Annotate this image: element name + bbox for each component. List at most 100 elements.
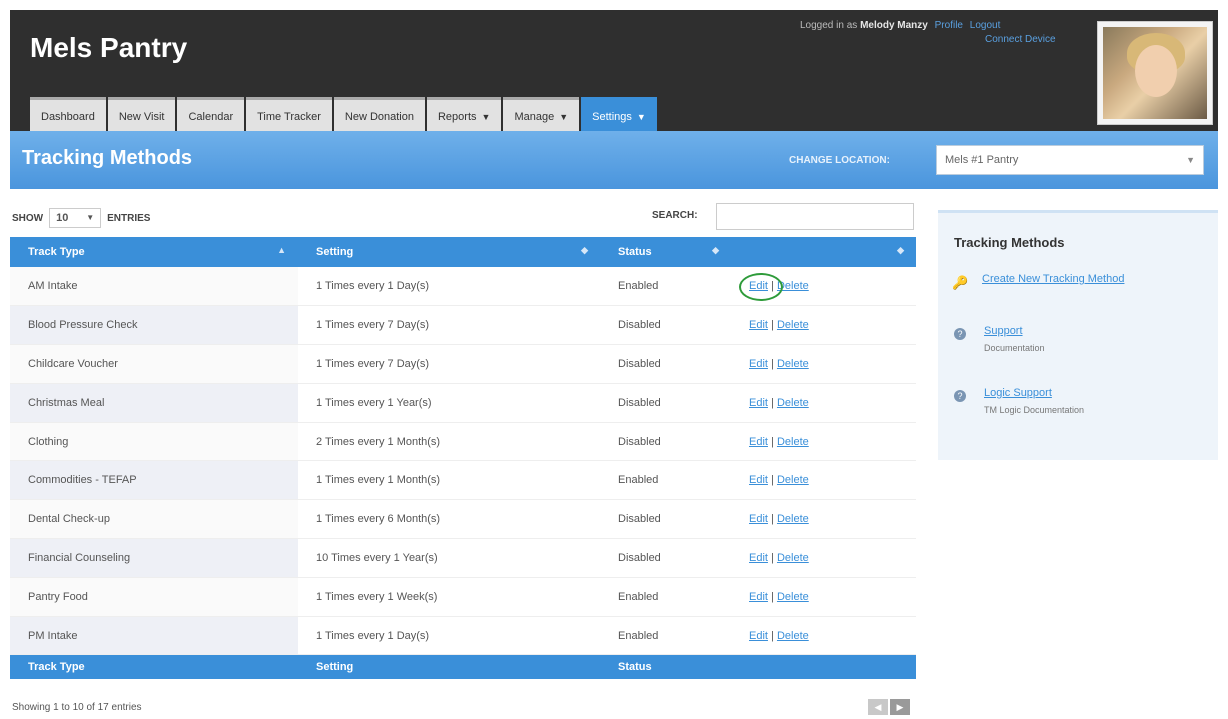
delete-link[interactable]: Delete [777, 513, 809, 525]
actions-cell: Edit | Delete [731, 267, 916, 307]
separator: | [771, 357, 774, 370]
highlight-circle [739, 273, 783, 302]
track-type-cell: Pantry Food [10, 577, 298, 617]
track-type-cell: Blood Pressure Check [10, 305, 298, 346]
tracking-methods-table: Track Type ▲ Setting ◆ Status ◆ ◆ AM Intake… [10, 237, 916, 679]
page-title-bar: Tracking Methods CHANGE LOCATION: Mels #… [10, 131, 1218, 189]
support-link[interactable]: Support [984, 325, 1023, 337]
setting-cell: 2 Times every 1 Month(s) [298, 422, 600, 462]
edit-link[interactable]: Edit [749, 630, 768, 642]
status-cell: Disabled [600, 499, 731, 540]
edit-link[interactable]: Edit [749, 436, 768, 448]
status-cell: Disabled [600, 422, 731, 462]
status-cell: Disabled [600, 344, 731, 384]
edit-link[interactable]: Edit [749, 358, 768, 370]
nav-manage[interactable]: Manage ▼ [503, 97, 580, 132]
table-row: Christmas Meal 1 Times every 1 Year(s) D… [10, 383, 916, 423]
status-cell: Disabled [600, 305, 731, 346]
table-row: Commodities - TEFAP 1 Times every 1 Mont… [10, 460, 916, 501]
actions-cell: Edit | Delete [731, 422, 916, 462]
table-row: Dental Check-up 1 Times every 6 Month(s)… [10, 499, 916, 540]
search-input[interactable] [716, 203, 914, 230]
next-page-button[interactable]: ▶ [890, 699, 910, 715]
delete-link[interactable]: Delete [777, 436, 809, 448]
nav-label: Calendar [188, 111, 234, 123]
help-icon: ? [954, 390, 966, 402]
setting-cell: 1 Times every 6 Month(s) [298, 499, 600, 540]
status-cell: Enabled [600, 460, 731, 501]
delete-link[interactable]: Delete [777, 397, 809, 409]
chevron-down-icon: ▼ [86, 213, 95, 222]
top-header: Mels Pantry Logged in as Melody Manzy Pr… [10, 10, 1218, 132]
edit-link[interactable]: Edit [749, 513, 768, 525]
support-sub-text: Documentation [984, 343, 1045, 353]
col-header-setting[interactable]: Setting ◆ [298, 237, 600, 267]
setting-cell: 1 Times every 7 Day(s) [298, 344, 600, 384]
delete-link[interactable]: Delete [777, 630, 809, 642]
footer-setting: Setting [298, 654, 600, 679]
sort-icon: ◆ [712, 245, 719, 255]
nav-label: Time Tracker [257, 111, 321, 123]
track-type-cell: Childcare Voucher [10, 344, 298, 384]
track-type-cell: Dental Check-up [10, 499, 298, 540]
sort-asc-icon: ▲ [277, 245, 286, 255]
show-label: SHOW [12, 212, 44, 224]
actions-cell: Edit | Delete [731, 499, 916, 540]
nav-reports[interactable]: Reports ▼ [426, 97, 502, 132]
sidebar-title: Tracking Methods [954, 235, 1065, 250]
table-row: Pantry Food 1 Times every 1 Week(s) Enab… [10, 577, 916, 617]
status-cell: Disabled [600, 538, 731, 578]
chevron-down-icon: ▼ [481, 112, 491, 122]
nav-time-tracker[interactable]: Time Tracker [246, 97, 332, 132]
actions-cell: Edit | Delete [731, 305, 916, 346]
separator: | [771, 435, 774, 448]
logout-link[interactable]: Logout [970, 20, 1001, 31]
table-row: Clothing 2 Times every 1 Month(s) Disabl… [10, 422, 916, 462]
actions-cell: Edit | Delete [731, 383, 916, 423]
avatar-photo [1103, 27, 1207, 119]
nav-new-donation[interactable]: New Donation [333, 97, 425, 132]
setting-cell: 1 Times every 1 Day(s) [298, 267, 600, 307]
profile-link[interactable]: Profile [935, 20, 963, 31]
nav-new-visit[interactable]: New Visit [107, 97, 176, 132]
delete-link[interactable]: Delete [777, 591, 809, 603]
footer-track-type: Track Type [10, 654, 298, 679]
user-name: Melody Manzy [860, 20, 928, 31]
entries-select[interactable]: 10 ▼ [49, 208, 102, 228]
location-select[interactable]: Mels #1 Pantry ▼ [936, 145, 1204, 175]
actions-cell: Edit | Delete [731, 616, 916, 656]
track-type-cell: Commodities - TEFAP [10, 460, 298, 501]
entries-value: 10 [56, 212, 69, 224]
create-tracking-method-link[interactable]: Create New Tracking Method [982, 273, 1124, 285]
col-header-status[interactable]: Status ◆ [600, 237, 731, 267]
nav-label: Dashboard [41, 111, 95, 123]
edit-link[interactable]: Edit [749, 474, 768, 486]
track-type-cell: Financial Counseling [10, 538, 298, 578]
logic-support-link[interactable]: Logic Support [984, 387, 1052, 399]
col-header-actions[interactable]: ◆ [731, 237, 916, 267]
nav-calendar[interactable]: Calendar [177, 97, 245, 132]
delete-link[interactable]: Delete [777, 319, 809, 331]
col-header-track-type[interactable]: Track Type ▲ [10, 237, 298, 267]
location-label: CHANGE LOCATION: [789, 155, 890, 166]
delete-link[interactable]: Delete [777, 358, 809, 370]
nav-dashboard[interactable]: Dashboard [30, 97, 106, 132]
edit-link[interactable]: Edit [749, 552, 768, 564]
location-value: Mels #1 Pantry [945, 154, 1019, 166]
status-cell: Enabled [600, 267, 731, 307]
edit-link[interactable]: Edit [749, 319, 768, 331]
edit-link[interactable]: Edit [749, 591, 768, 603]
nav-label: Settings [592, 111, 632, 123]
table-row: PM Intake 1 Times every 1 Day(s) Enabled… [10, 616, 916, 656]
delete-link[interactable]: Delete [777, 474, 809, 486]
nav-label: Reports [437, 111, 477, 123]
delete-link[interactable]: Delete [777, 552, 809, 564]
sort-icon: ◆ [897, 245, 904, 255]
connect-device-link[interactable]: Connect Device [985, 34, 1056, 45]
actions-cell: Edit | Delete [731, 344, 916, 384]
edit-link[interactable]: Edit [749, 397, 768, 409]
nav-settings[interactable]: Settings ▼ [581, 97, 657, 132]
separator: | [771, 551, 774, 564]
avatar-face [1135, 45, 1177, 97]
prev-page-button[interactable]: ◀ [868, 699, 888, 715]
